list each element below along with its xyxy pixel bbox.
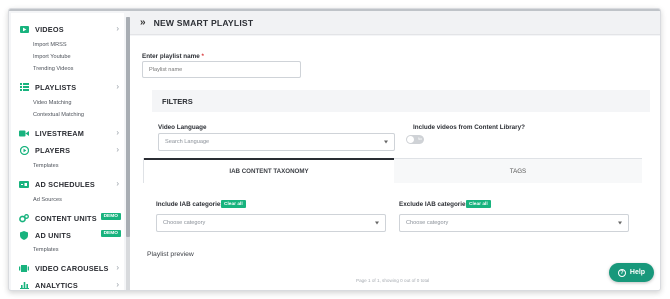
sidebar-subitem-templates[interactable]: Templates: [33, 163, 59, 169]
help-button[interactable]: ? Help: [609, 263, 654, 282]
dropdown-arrow-icon: [384, 140, 388, 144]
filters-section-header: FILTERS: [152, 90, 650, 112]
chart-icon: [19, 281, 29, 290]
content-library-label: Include videos from Content Library?: [413, 124, 525, 131]
exclude-clear-all-button[interactable]: Clear all: [466, 200, 491, 208]
sidebar-subitem-video-matching[interactable]: Video Matching: [33, 100, 71, 106]
list-icon: [19, 83, 29, 92]
sidebar-item-label: ANALYTICS: [35, 280, 78, 290]
video-language-label: Video Language: [158, 124, 207, 131]
sidebar-item-video-carousels[interactable]: VIDEO CAROUSELS ›: [19, 262, 121, 274]
include-category-placeholder: Choose category: [163, 220, 206, 226]
required-asterisk: *: [201, 53, 204, 60]
sidebar-item-playlists[interactable]: PLAYLISTS ›: [19, 81, 121, 93]
video-language-placeholder: Search Language: [165, 139, 210, 145]
sidebar-subitem-ad-units-templates[interactable]: Templates: [33, 247, 59, 253]
content-library-toggle[interactable]: No: [406, 135, 424, 144]
pagination-status: Page 1 of 1, showing 0 out of 0 total: [356, 278, 430, 283]
include-category-select[interactable]: Choose category: [156, 214, 386, 232]
page-header: » NEW SMART PLAYLIST: [130, 11, 660, 35]
chevron-right-icon: ›: [116, 280, 119, 289]
playlist-name-input[interactable]: [142, 61, 301, 78]
playlist-name-label-text: Enter playlist name: [142, 53, 200, 60]
page-title: NEW SMART PLAYLIST: [153, 17, 254, 28]
sidebar-item-label: VIDEOS: [35, 24, 64, 34]
chevron-right-icon: ›: [116, 24, 119, 33]
demo-badge: DEMO: [100, 213, 121, 220]
exclude-category-select[interactable]: Choose category: [399, 214, 629, 232]
sidebar-item-livestream[interactable]: LIVESTREAM ›: [19, 127, 121, 139]
include-iab-label: Include IAB categories: [156, 201, 224, 208]
dropdown-arrow-icon: [618, 221, 622, 225]
video-language-select[interactable]: Search Language: [158, 133, 395, 151]
sidebar-subitem-contextual-matching[interactable]: Contextual Matching: [33, 112, 84, 118]
sidebar-item-label: LIVESTREAM: [35, 128, 85, 138]
sidebar-subitem-ad-sources[interactable]: Ad Sources: [33, 197, 62, 203]
gears-icon: [19, 213, 29, 223]
app-window: VIDEOS › Import MRSS Import Youtube Tren…: [8, 8, 661, 291]
sidebar-subitem-import-mrss[interactable]: Import MRSS: [33, 42, 67, 48]
shield-icon: [19, 230, 29, 240]
sidebar: VIDEOS › Import MRSS Import Youtube Tren…: [11, 13, 124, 290]
chevron-right-icon: ›: [116, 179, 119, 188]
include-clear-all-button[interactable]: Clear all: [221, 200, 246, 208]
sidebar-subitem-import-youtube[interactable]: Import Youtube: [33, 54, 71, 60]
sidebar-item-label: PLAYLISTS: [35, 82, 77, 92]
chevron-right-icon: ›: [116, 82, 119, 91]
filters-title: FILTERS: [162, 96, 193, 106]
exclude-iab-label: Exclude IAB categories: [399, 201, 469, 208]
tab-tags[interactable]: TAGS: [394, 158, 642, 183]
ad-icon: [19, 180, 29, 189]
tab-iab-content-taxonomy[interactable]: IAB CONTENT TAXONOMY: [144, 158, 394, 183]
taxonomy-tabs: IAB CONTENT TAXONOMY TAGS: [143, 158, 642, 183]
toggle-label: No: [418, 137, 423, 141]
sidebar-item-label: AD SCHEDULES: [35, 179, 95, 189]
camera-icon: [19, 129, 29, 138]
playlist-name-label: Enter playlist name *: [142, 53, 204, 60]
video-icon: [19, 25, 29, 34]
toggle-knob: [407, 136, 414, 143]
playlist-preview-title: Playlist preview: [147, 251, 194, 258]
chevron-right-icon: ›: [116, 263, 119, 272]
play-icon: [19, 145, 29, 155]
question-icon: ?: [617, 268, 626, 277]
sidebar-item-ad-schedules[interactable]: AD SCHEDULES ›: [19, 178, 121, 190]
sidebar-item-label: VIDEO CAROUSELS: [35, 263, 109, 273]
help-label: Help: [629, 269, 646, 276]
sidebar-item-label: CONTENT UNITS: [35, 213, 97, 223]
sidebar-item-label: PLAYERS: [35, 145, 71, 155]
sidebar-item-players[interactable]: PLAYERS ›: [19, 144, 121, 156]
sidebar-item-ad-units[interactable]: AD UNITS DEMO: [19, 229, 121, 241]
sidebar-item-videos[interactable]: VIDEOS ›: [19, 23, 121, 35]
exclude-category-placeholder: Choose category: [406, 220, 449, 226]
dropdown-arrow-icon: [375, 221, 379, 225]
sidebar-item-analytics[interactable]: ANALYTICS ›: [19, 279, 121, 290]
collapse-sidebar-icon[interactable]: »: [140, 17, 146, 28]
sidebar-item-label: AD UNITS: [35, 230, 72, 240]
sidebar-subitem-trending-videos[interactable]: Trending Videos: [33, 66, 73, 72]
chevron-right-icon: ›: [116, 128, 119, 137]
chevron-right-icon: ›: [116, 145, 119, 154]
demo-badge: DEMO: [100, 230, 121, 237]
carousel-icon: [19, 264, 29, 273]
sidebar-item-content-units[interactable]: CONTENT UNITS DEMO: [19, 212, 121, 224]
